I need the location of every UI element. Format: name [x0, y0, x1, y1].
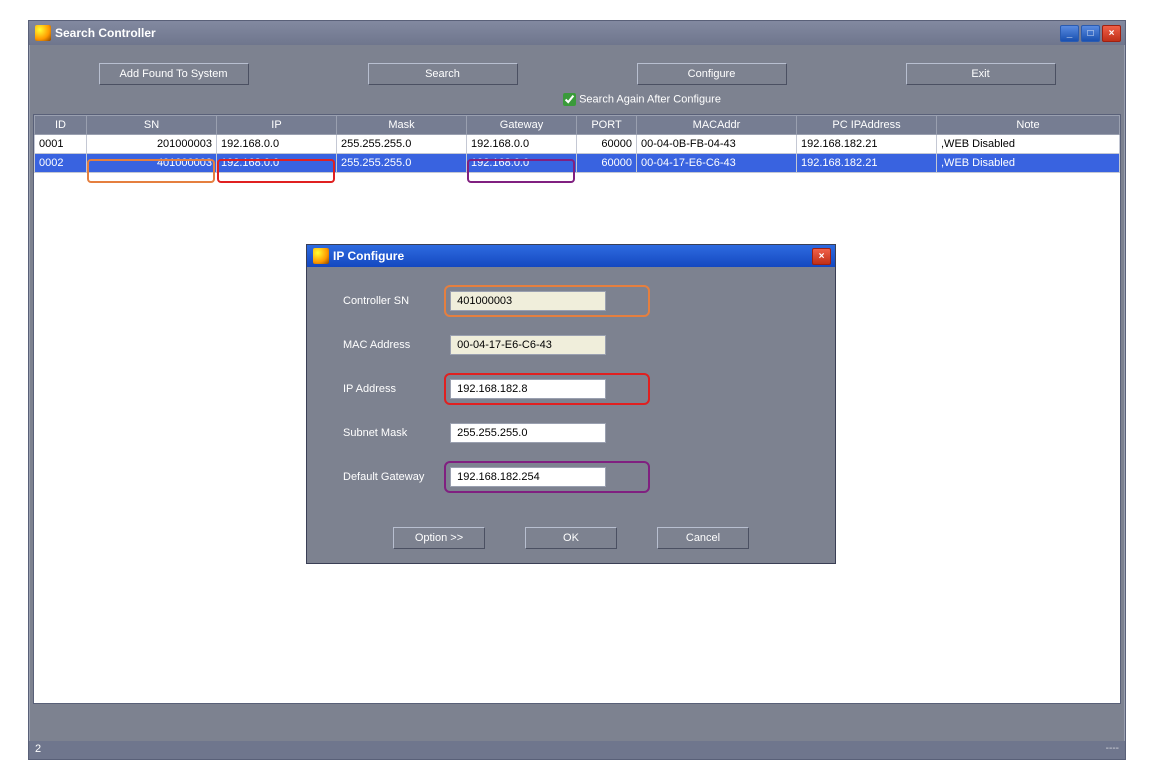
cell-id: 0002	[35, 154, 87, 173]
cell-id: 0001	[35, 135, 87, 154]
row-controller-sn: Controller SN	[343, 291, 799, 311]
cell-mask: 255.255.255.0	[337, 135, 467, 154]
input-subnet-mask[interactable]	[450, 423, 606, 443]
label-controller-sn: Controller SN	[343, 295, 450, 307]
label-mac-address: MAC Address	[343, 339, 450, 351]
option-button[interactable]: Option >>	[393, 527, 485, 549]
dialog-titlebar: IP Configure ×	[307, 245, 835, 267]
row-default-gateway: Default Gateway	[343, 467, 799, 487]
toolbar: Add Found To System Search Configure Exi…	[29, 45, 1125, 93]
cell-ip: 192.168.0.0	[217, 135, 337, 154]
cell-sn: 201000003	[87, 135, 217, 154]
search-button[interactable]: Search	[368, 63, 518, 85]
dialog-buttons: Option >> OK Cancel	[307, 521, 835, 563]
exit-button[interactable]: Exit	[906, 63, 1056, 85]
minimize-button[interactable]: _	[1060, 25, 1079, 42]
col-pcip[interactable]: PC IPAddress	[797, 116, 937, 135]
cancel-button[interactable]: Cancel	[657, 527, 749, 549]
window-title: Search Controller	[55, 26, 156, 40]
close-button[interactable]: ×	[1102, 25, 1121, 42]
cell-mac: 00-04-17-E6-C6-43	[637, 154, 797, 173]
status-right: ----	[1106, 743, 1119, 757]
row-ip-address: IP Address	[343, 379, 799, 399]
window-controls: _ □ ×	[1060, 25, 1121, 42]
cell-port: 60000	[577, 154, 637, 173]
input-default-gateway[interactable]	[450, 467, 606, 487]
cell-note: ,WEB Disabled	[937, 135, 1120, 154]
dialog-close-button[interactable]: ×	[812, 248, 831, 265]
cell-mac: 00-04-0B-FB-04-43	[637, 135, 797, 154]
table-header-row: ID SN IP Mask Gateway PORT MACAddr PC IP…	[35, 116, 1120, 135]
cell-port: 60000	[577, 135, 637, 154]
titlebar: Search Controller _ □ ×	[29, 21, 1125, 45]
dialog-title: IP Configure	[333, 249, 404, 263]
app-icon	[35, 25, 51, 41]
checkbox-row: Search Again After Configure	[159, 93, 1125, 114]
col-mask[interactable]: Mask	[337, 116, 467, 135]
configure-button[interactable]: Configure	[637, 63, 787, 85]
ok-button[interactable]: OK	[525, 527, 617, 549]
cell-pcip: 192.168.182.21	[797, 135, 937, 154]
cell-mask: 255.255.255.0	[337, 154, 467, 173]
input-controller-sn[interactable]	[450, 291, 606, 311]
col-id[interactable]: ID	[35, 116, 87, 135]
dialog-app-icon	[313, 248, 329, 264]
dialog-body: Controller SN MAC Address IP Address Sub…	[307, 267, 835, 521]
table-row[interactable]: 0001 201000003 192.168.0.0 255.255.255.0…	[35, 135, 1120, 154]
statusbar: 2 ----	[29, 741, 1125, 759]
col-port[interactable]: PORT	[577, 116, 637, 135]
results-table: ID SN IP Mask Gateway PORT MACAddr PC IP…	[34, 115, 1120, 173]
cell-ip: 192.168.0.0	[217, 154, 337, 173]
cell-sn: 401000003	[87, 154, 217, 173]
input-mac-address[interactable]	[450, 335, 606, 355]
cell-gateway: 192.168.0.0	[467, 154, 577, 173]
col-sn[interactable]: SN	[87, 116, 217, 135]
row-mac-address: MAC Address	[343, 335, 799, 355]
cell-gateway: 192.168.0.0	[467, 135, 577, 154]
cell-pcip: 192.168.182.21	[797, 154, 937, 173]
row-subnet-mask: Subnet Mask	[343, 423, 799, 443]
status-left: 2	[35, 743, 41, 757]
label-ip-address: IP Address	[343, 383, 450, 395]
ip-configure-dialog: IP Configure × Controller SN MAC Address…	[306, 244, 836, 564]
search-again-checkbox[interactable]	[563, 93, 576, 106]
col-note[interactable]: Note	[937, 116, 1120, 135]
col-ip[interactable]: IP	[217, 116, 337, 135]
label-subnet-mask: Subnet Mask	[343, 427, 450, 439]
col-gateway[interactable]: Gateway	[467, 116, 577, 135]
col-mac[interactable]: MACAddr	[637, 116, 797, 135]
search-again-label: Search Again After Configure	[579, 93, 721, 105]
add-found-button[interactable]: Add Found To System	[99, 63, 249, 85]
maximize-button[interactable]: □	[1081, 25, 1100, 42]
table-row[interactable]: 0002 401000003 192.168.0.0 255.255.255.0…	[35, 154, 1120, 173]
label-default-gateway: Default Gateway	[343, 471, 450, 483]
input-ip-address[interactable]	[450, 379, 606, 399]
cell-note: ,WEB Disabled	[937, 154, 1120, 173]
